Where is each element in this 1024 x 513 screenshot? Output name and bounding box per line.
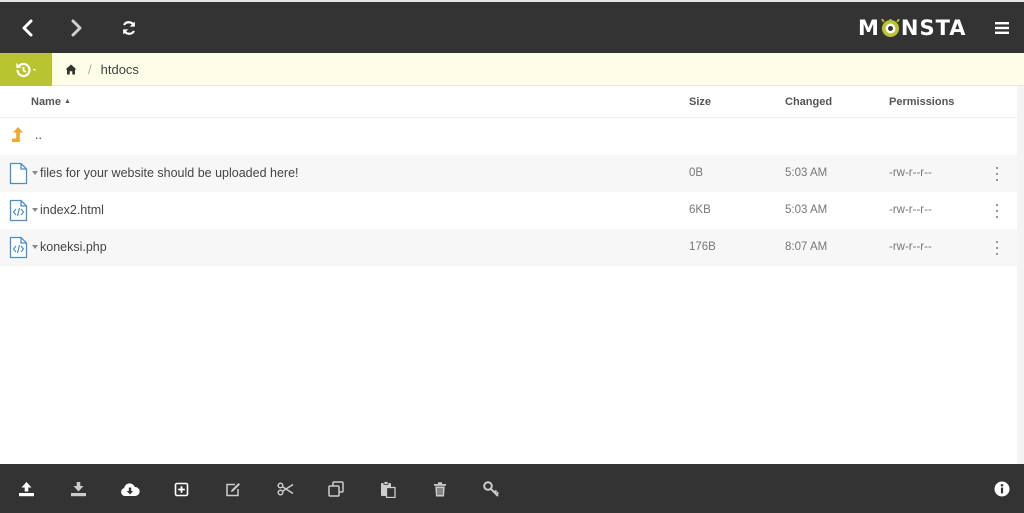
file-changed: 5:03 AM bbox=[785, 204, 828, 216]
breadcrumb-current[interactable]: htdocs bbox=[101, 62, 139, 77]
logo-monster-eye-icon bbox=[881, 18, 900, 37]
refresh-button[interactable] bbox=[117, 16, 141, 40]
info-button[interactable] bbox=[993, 480, 1011, 498]
main-menu-button[interactable] bbox=[990, 16, 1014, 40]
cloud-download-icon bbox=[121, 482, 140, 496]
edit-button[interactable] bbox=[224, 480, 242, 498]
parent-directory-arrow-icon bbox=[12, 127, 23, 142]
code-file-icon bbox=[9, 199, 28, 222]
file-row[interactable]: files for your website should be uploade… bbox=[0, 155, 1017, 192]
new-item-button[interactable] bbox=[172, 480, 190, 498]
file-size: 0B bbox=[689, 167, 704, 179]
column-header-permissions[interactable]: Permissions bbox=[889, 96, 954, 108]
fetch-remote-button[interactable] bbox=[120, 480, 140, 498]
logo-text-right: NSTA bbox=[900, 16, 967, 40]
file-dropdown-caret-icon[interactable] bbox=[32, 171, 38, 175]
column-header-changed[interactable]: Changed bbox=[785, 96, 832, 108]
file-name[interactable]: koneksi.php bbox=[40, 240, 107, 254]
bottom-toolbar bbox=[0, 464, 1024, 513]
history-icon bbox=[16, 62, 36, 77]
row-actions-kebab-icon[interactable] bbox=[992, 204, 1002, 218]
cut-icon bbox=[276, 482, 293, 496]
home-icon bbox=[65, 64, 77, 75]
copy-button[interactable] bbox=[327, 480, 345, 498]
chevron-right-icon bbox=[71, 19, 82, 37]
scrollbar-track[interactable] bbox=[1017, 86, 1024, 464]
upload-icon bbox=[18, 482, 34, 497]
file-dropdown-caret-icon[interactable] bbox=[32, 208, 38, 212]
file-size: 176B bbox=[689, 241, 716, 253]
row-actions-kebab-icon[interactable] bbox=[992, 241, 1002, 255]
breadcrumb: / htdocs bbox=[65, 53, 139, 86]
monsta-logo: M NSTA bbox=[858, 15, 967, 41]
column-header-size[interactable]: Size bbox=[689, 96, 711, 108]
file-row[interactable]: koneksi.php 176B 8:07 AM -rw-r--r-- bbox=[0, 229, 1017, 266]
history-dropdown-button[interactable] bbox=[0, 53, 52, 86]
column-header-name[interactable]: Name ▲ bbox=[31, 96, 71, 108]
info-icon bbox=[994, 481, 1010, 497]
file-name[interactable]: files for your website should be uploade… bbox=[40, 166, 299, 180]
forward-button[interactable] bbox=[65, 16, 89, 40]
hamburger-menu-icon bbox=[995, 22, 1009, 34]
file-permissions: -rw-r--r-- bbox=[889, 167, 932, 179]
file-icon bbox=[9, 162, 28, 185]
paste-icon bbox=[381, 480, 396, 498]
download-icon bbox=[70, 482, 86, 497]
file-row[interactable]: index2.html 6KB 5:03 AM -rw-r--r-- bbox=[0, 192, 1017, 229]
file-name[interactable]: index2.html bbox=[40, 203, 104, 217]
breadcrumb-home[interactable] bbox=[65, 64, 77, 75]
delete-button[interactable] bbox=[431, 480, 449, 498]
code-file-icon bbox=[9, 236, 28, 259]
row-actions-kebab-icon[interactable] bbox=[992, 167, 1002, 181]
top-bar: M NSTA bbox=[0, 0, 1024, 53]
delete-icon bbox=[434, 481, 446, 496]
upload-button[interactable] bbox=[17, 480, 35, 498]
file-dropdown-caret-icon[interactable] bbox=[32, 245, 38, 249]
parent-directory-row[interactable]: .. bbox=[0, 118, 1017, 155]
logo-text-left: M bbox=[858, 16, 880, 40]
key-icon bbox=[482, 481, 499, 497]
new-item-icon bbox=[174, 482, 188, 496]
paste-button[interactable] bbox=[379, 480, 397, 498]
breadcrumb-bar: / htdocs bbox=[0, 53, 1024, 86]
download-button[interactable] bbox=[69, 480, 87, 498]
edit-icon bbox=[226, 482, 240, 496]
file-list-header: Name ▲ Size Changed Permissions bbox=[0, 86, 1017, 118]
file-changed: 5:03 AM bbox=[785, 167, 828, 179]
file-permissions: -rw-r--r-- bbox=[889, 241, 932, 253]
permissions-button[interactable] bbox=[482, 480, 500, 498]
copy-icon bbox=[328, 481, 344, 497]
file-size: 6KB bbox=[689, 204, 711, 216]
parent-directory-label: .. bbox=[35, 128, 42, 142]
cut-button[interactable] bbox=[276, 480, 294, 498]
sort-ascending-icon: ▲ bbox=[64, 98, 71, 105]
refresh-icon bbox=[122, 21, 136, 35]
file-changed: 8:07 AM bbox=[785, 241, 828, 253]
breadcrumb-separator: / bbox=[88, 62, 92, 77]
chevron-left-icon bbox=[22, 19, 33, 37]
back-button[interactable] bbox=[15, 16, 39, 40]
file-permissions: -rw-r--r-- bbox=[889, 204, 932, 216]
